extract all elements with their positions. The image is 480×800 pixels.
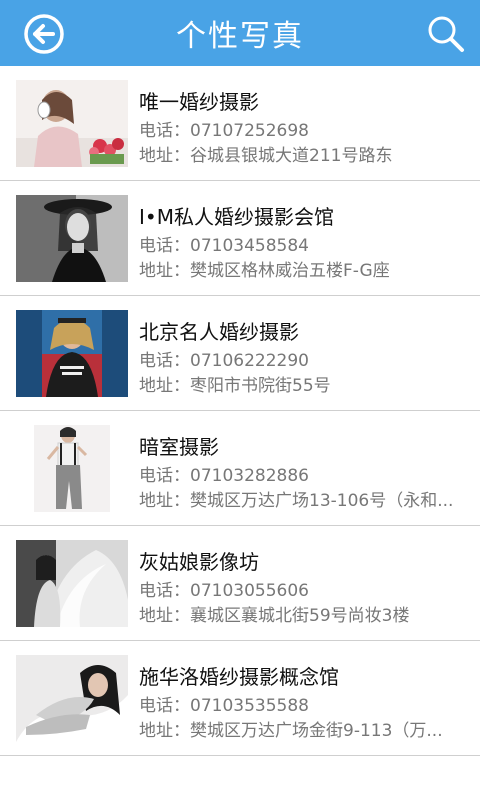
list-item[interactable]: 暗室摄影 电话：07103282886 地址：樊城区万达广场13-106号（永和… [0,411,480,526]
studio-phone: 电话：07106222290 [139,351,309,371]
back-arrow-circle-icon [24,14,64,54]
studio-photo [16,195,128,282]
studio-phone: 电话：07103535588 [139,696,309,716]
studio-photo [16,80,128,167]
studio-photo [16,310,128,397]
studio-name: 暗室摄影 [139,435,219,459]
studio-photo [16,425,128,512]
back-button[interactable] [22,12,66,56]
list-item[interactable]: 唯一婚纱摄影 电话：07107252698 地址：谷城县银城大道211号路东 [0,66,480,181]
studio-name: 唯一婚纱摄影 [139,90,259,114]
studio-address: 地址：襄城区襄城北街59号尚妆3楼 [139,606,410,626]
studio-phone: 电话：07103055606 [139,581,309,601]
top-bar: 个性写真 [0,0,480,66]
list-footer-blank [0,756,480,800]
studio-address: 地址：枣阳市书院街55号 [139,376,331,396]
list-item[interactable]: 施华洛婚纱摄影概念馆 电话：07103535588 地址：樊城区万达广场金街9-… [0,641,480,756]
studio-address: 地址：樊城区万达广场13-106号（永和... [139,491,454,511]
studio-address: 地址：樊城区万达广场金街9-113（万... [139,721,443,741]
search-button[interactable] [424,12,468,56]
list-item[interactable]: 灰姑娘影像坊 电话：07103055606 地址：襄城区襄城北街59号尚妆3楼 [0,526,480,641]
studio-list: 唯一婚纱摄影 电话：07107252698 地址：谷城县银城大道211号路东 I… [0,66,480,756]
studio-name: I•M私人婚纱摄影会馆 [139,205,334,229]
studio-phone: 电话：07103458584 [139,236,309,256]
studio-name: 灰姑娘影像坊 [139,550,259,574]
page-title: 个性写真 [176,19,304,54]
list-item[interactable]: 北京名人婚纱摄影 电话：07106222290 地址：枣阳市书院街55号 [0,296,480,411]
studio-photo [16,655,128,742]
studio-name: 施华洛婚纱摄影概念馆 [139,665,339,689]
list-item[interactable]: I•M私人婚纱摄影会馆 电话：07103458584 地址：樊城区格林威治五楼F… [0,181,480,296]
studio-phone: 电话：07103282886 [139,466,309,486]
studio-photo [16,540,128,627]
search-icon [428,16,464,52]
studio-address: 地址：樊城区格林威治五楼F-G座 [139,261,390,281]
studio-address: 地址：谷城县银城大道211号路东 [139,146,393,166]
studio-name: 北京名人婚纱摄影 [139,320,299,344]
studio-phone: 电话：07107252698 [139,121,309,141]
